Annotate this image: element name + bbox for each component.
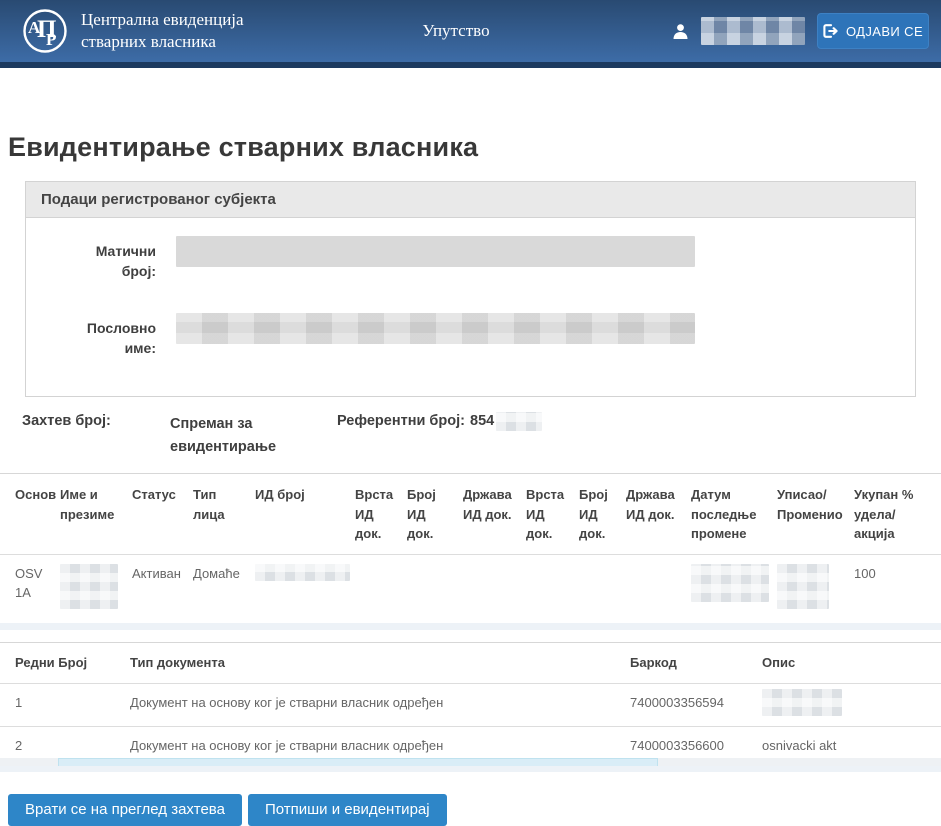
document-barcode: 7400003356594 (630, 683, 762, 727)
col-barkod: Баркод (630, 643, 762, 684)
owner-change-date-redacted (691, 564, 769, 602)
action-buttons: Врати се на преглед захтева Потпиши и ев… (8, 794, 941, 826)
field-row-poslovno-ime: Пословно име: (26, 313, 915, 359)
subject-panel-body: Матични број: Пословно име: (26, 218, 915, 396)
documents-table: Редни Број Тип документа Баркод Опис 1 Д… (0, 642, 941, 765)
col-tip-lica: Тип лица (193, 474, 255, 555)
brand-title-line2: стварних власника (81, 31, 244, 53)
back-to-requests-button[interactable]: Врати се на преглед захтева (8, 794, 242, 826)
document-description-redacted (762, 689, 842, 716)
subject-panel: Подаци регистрованог субјекта Матични бр… (25, 181, 916, 397)
nav-guide-link[interactable]: Упутство (376, 21, 536, 41)
field-row-maticni-broj: Матични број: (26, 236, 915, 282)
request-info-row: Захтев број: Спреман за евидентирање Реф… (22, 413, 941, 458)
poslovno-ime-value-redacted (176, 313, 695, 344)
svg-text:Р: Р (46, 30, 56, 49)
reference-number-redacted (496, 412, 542, 431)
col-udeo-akcija: Укупан % удела/акција (854, 474, 941, 555)
logout-icon (823, 24, 838, 38)
col-id-broj: ИД број (255, 474, 355, 555)
brand-title: Централна евиденција стварних власника (81, 9, 244, 53)
page-title: Евидентирање стварних власника (8, 132, 941, 163)
logout-button[interactable]: ОДЈАВИ СЕ (817, 13, 929, 49)
user-icon (672, 23, 689, 40)
owner-entity-type: Домаће (193, 554, 255, 623)
owner-row: OSV 1A Активан Домаће 100 (0, 554, 941, 623)
subject-panel-title: Подаци регистрованог субјекта (26, 182, 915, 218)
col-vrsta-id-dok-2: Врста ИД док. (526, 474, 579, 555)
maticni-broj-value-redacted (176, 236, 695, 267)
reference-number-value: 854 (470, 413, 494, 429)
owner-total-share: 100 (854, 554, 941, 623)
apr-logo-icon: А П Р (22, 8, 68, 54)
owner-status: Активан (132, 554, 193, 623)
logout-button-label: ОДЈАВИ СЕ (846, 24, 923, 39)
maticni-broj-label: Матични број: (71, 236, 156, 282)
owner-basis: OSV 1A (0, 554, 60, 623)
user-area: ОДЈАВИ СЕ (672, 13, 929, 49)
col-redni-broj: Редни Број (0, 643, 130, 684)
owner-name-redacted (60, 564, 118, 609)
col-broj-id-dok-1: Број ИД док. (407, 474, 463, 555)
col-status: Статус (132, 474, 193, 555)
owners-table: Основ Име и презиме Статус Тип лица ИД б… (0, 473, 941, 623)
document-type: Документ на основу ког је стварни власни… (130, 683, 630, 727)
request-number-label: Захтев број: (22, 413, 170, 458)
col-broj-id-dok-2: Број ИД док. (579, 474, 626, 555)
owners-header-row: Основ Име и презиме Статус Тип лица ИД б… (0, 474, 941, 555)
document-ordinal: 1 (0, 683, 130, 727)
col-osnov: Основ (0, 474, 60, 555)
username-redacted (701, 17, 805, 45)
footer-alert-bar (58, 758, 658, 766)
col-datum-promene: Датум последње промене (691, 474, 777, 555)
col-opis: Опис (762, 643, 941, 684)
reference-number-label: Референтни број: (337, 413, 470, 458)
col-drzava-id-dok-2: Држава ИД док. (626, 474, 691, 555)
request-status: Спреман за евидентирање (170, 413, 305, 458)
brand-title-line1: Централна евиденција (81, 9, 244, 31)
owners-table-footer-band (0, 623, 941, 630)
col-vrsta-id-dok-1: Врста ИД док. (355, 474, 407, 555)
col-ime-prezime: Име и презиме (60, 474, 132, 555)
document-row: 1 Документ на основу ког је стварни влас… (0, 683, 941, 727)
col-tip-dokumenta: Тип документа (130, 643, 630, 684)
app-header: А П Р Централна евиденција стварних влас… (0, 0, 941, 62)
documents-header-row: Редни Број Тип документа Баркод Опис (0, 643, 941, 684)
owner-entered-by-redacted (777, 564, 829, 609)
col-drzava-id-dok-1: Држава ИД док. (463, 474, 526, 555)
poslovno-ime-label: Пословно име: (71, 313, 156, 359)
brand: А П Р Централна евиденција стварних влас… (22, 8, 244, 54)
owner-id-number-redacted (255, 564, 350, 581)
col-upisao-promenio: Уписао/Променио (777, 474, 854, 555)
header-accent-bar (0, 62, 941, 68)
sign-and-register-button[interactable]: Потпиши и евидентирај (248, 794, 447, 826)
